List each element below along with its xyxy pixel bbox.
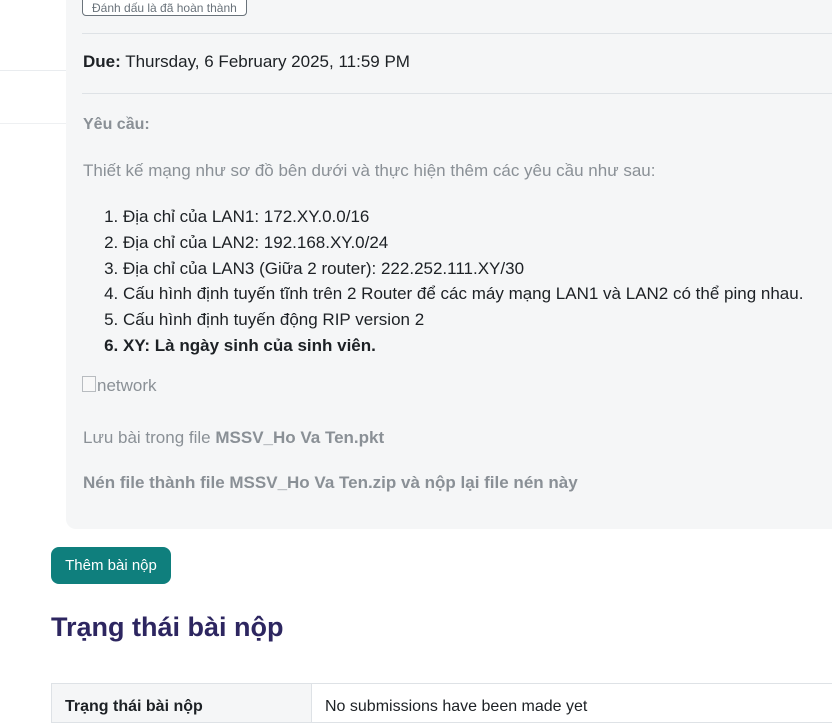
- list-item: Địa chỉ của LAN2: 192.168.XY.0/24: [123, 230, 832, 256]
- save-file-name: MSSV_Ho Va Ten.pkt: [215, 428, 385, 447]
- save-file-instruction: Lưu bài trong file MSSV_Ho Va Ten.pkt: [83, 428, 384, 448]
- divider: [82, 93, 832, 94]
- add-submission-button[interactable]: Thêm bài nộp: [51, 547, 171, 584]
- broken-image-icon: [82, 376, 96, 392]
- due-value: Thursday, 6 February 2025, 11:59 PM: [125, 52, 410, 71]
- requirements-intro: Thiết kế mạng như sơ đồ bên dưới và thực…: [83, 161, 656, 180]
- divider: [82, 33, 832, 34]
- table-value-cell: No submissions have been made yet: [325, 698, 588, 715]
- submission-status-heading: Trạng thái bài nộp: [51, 612, 284, 642]
- due-label: Due:: [83, 52, 121, 71]
- list-item: Cấu hình định tuyến tĩnh trên 2 Router đ…: [123, 281, 832, 307]
- requirements-list: Địa chỉ của LAN1: 172.XY.0.0/16 Địa chỉ …: [83, 204, 832, 359]
- image-alt-text: network: [97, 376, 157, 395]
- network-diagram-image: network: [82, 376, 157, 396]
- list-item: Cấu hình định tuyến động RIP version 2: [123, 307, 832, 333]
- submission-status-table: Trạng thái bài nộp No submissions have b…: [51, 683, 832, 723]
- due-date: Due: Thursday, 6 February 2025, 11:59 PM: [83, 52, 410, 72]
- requirements-title: Yêu cầu:: [83, 116, 150, 133]
- zip-instruction: Nén file thành file MSSV_Ho Va Ten.zip v…: [83, 473, 578, 492]
- mark-as-done-button[interactable]: Đánh dấu là đã hoàn thành: [82, 0, 247, 16]
- list-item: Địa chỉ của LAN1: 172.XY.0.0/16: [123, 204, 832, 230]
- list-item: Địa chỉ của LAN3 (Giữa 2 router): 222.25…: [123, 256, 832, 282]
- save-prefix: Lưu bài trong file: [83, 428, 216, 447]
- list-item: XY: Là ngày sinh của sinh viên.: [123, 333, 832, 359]
- table-header-cell: Trạng thái bài nộp: [52, 684, 312, 722]
